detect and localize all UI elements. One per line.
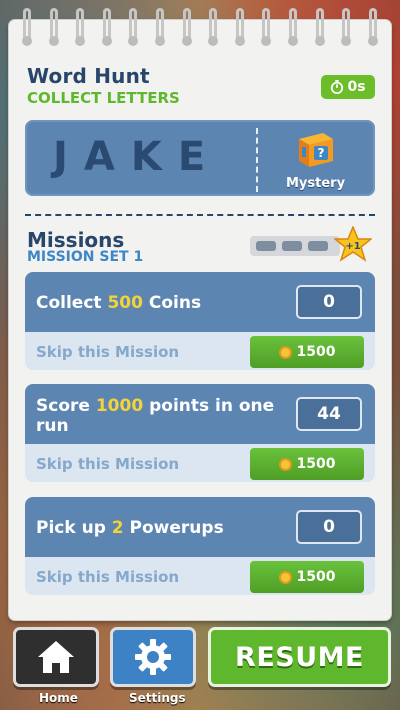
skip-cost: 1500 (296, 569, 336, 585)
multiplier-badge: +1 (345, 241, 360, 252)
ring-icon (181, 8, 192, 50)
coin-icon (278, 570, 292, 584)
word-panel-divider (256, 128, 258, 192)
mission-card: Pick up 2 Powerups 0 Skip this Mission 1… (25, 497, 375, 603)
coin-icon (278, 345, 292, 359)
notepad-rings (14, 8, 386, 50)
skip-mission-label: Skip this Mission (36, 343, 180, 361)
svg-text:?: ? (318, 146, 325, 160)
home-label: Home (39, 691, 78, 705)
skip-mission-label: Skip this Mission (36, 568, 180, 586)
skip-mission-button[interactable]: 1500 (250, 336, 364, 368)
skip-mission-button[interactable]: 1500 (250, 561, 364, 593)
mystery-box-icon: ? (299, 133, 333, 167)
ring-icon (234, 8, 245, 50)
mystery-reward-label: Mystery (286, 176, 346, 191)
ring-icon (208, 8, 219, 50)
settings-label: Settings (129, 691, 186, 705)
skip-cost: 1500 (296, 344, 336, 360)
page-title: Word Hunt (27, 64, 150, 88)
ring-icon (101, 8, 112, 50)
mission-card: Collect 500 Coins 0 Skip this Mission 15… (25, 272, 375, 378)
ring-icon (314, 8, 325, 50)
progress-pip (282, 241, 302, 251)
coin-icon (278, 457, 292, 471)
progress-pip (256, 241, 276, 251)
ring-icon (22, 8, 32, 50)
ring-icon (341, 8, 352, 50)
gear-icon (135, 639, 171, 675)
mission-description: Collect 500 Coins (36, 293, 202, 313)
ring-icon (155, 8, 166, 50)
star-icon: +1 (334, 226, 372, 262)
hunt-word: JAKE (53, 134, 222, 180)
resume-label: RESUME (235, 641, 364, 673)
ring-icon (48, 8, 59, 50)
mission-description: Score 1000 points in one run (36, 396, 275, 436)
settings-button[interactable] (110, 627, 196, 687)
mission-progress: 44 (296, 397, 362, 431)
section-divider (25, 214, 375, 216)
stopwatch-icon (331, 80, 344, 94)
ring-icon (75, 8, 86, 50)
ring-icon (261, 8, 272, 50)
resume-button[interactable]: RESUME (208, 627, 391, 687)
multiplier-progress (250, 236, 340, 256)
home-button[interactable] (13, 627, 99, 687)
home-icon (38, 641, 74, 673)
page-subtitle: COLLECT LETTERS (27, 89, 180, 107)
ring-icon (288, 8, 299, 50)
ring-icon (128, 8, 139, 50)
timer-value: 0s (347, 79, 366, 95)
mission-card: Score 1000 points in one run 44 Skip thi… (25, 384, 375, 490)
mission-progress: 0 (296, 285, 362, 319)
mission-progress: 0 (296, 510, 362, 544)
ring-icon (367, 8, 378, 50)
mission-description: Pick up 2 Powerups (36, 518, 224, 538)
skip-mission-button[interactable]: 1500 (250, 448, 364, 480)
skip-mission-label: Skip this Mission (36, 455, 180, 473)
mission-set-label: MISSION SET 1 (27, 249, 144, 265)
timer-badge: 0s (321, 75, 375, 99)
progress-pip (308, 241, 328, 251)
skip-cost: 1500 (296, 456, 336, 472)
